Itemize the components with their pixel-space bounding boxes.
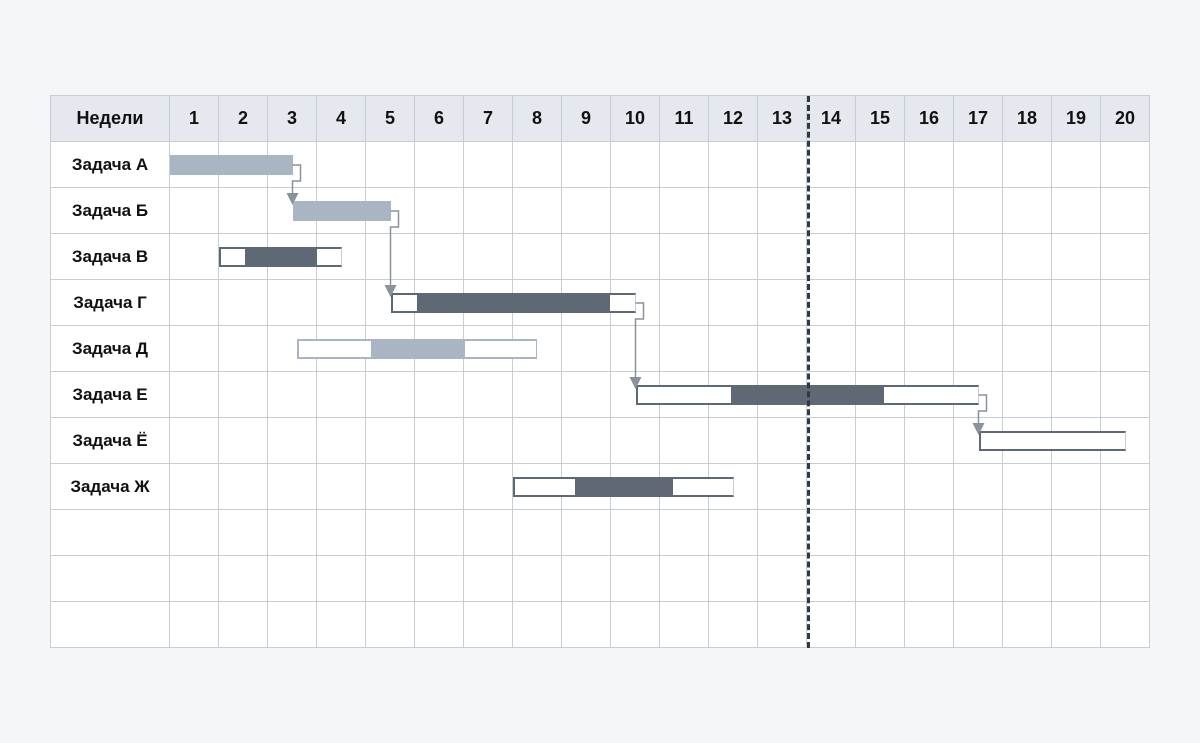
- week-header-1: 1: [170, 96, 219, 141]
- week-header-19: 19: [1052, 96, 1101, 141]
- week-header-5: 5: [366, 96, 415, 141]
- task-label: Задача В: [50, 234, 170, 279]
- task-bar: [170, 155, 293, 175]
- task-label: Задача Б: [50, 188, 170, 233]
- task-bar: [979, 431, 1126, 451]
- week-header-2: 2: [219, 96, 268, 141]
- task-label: Задача Ж: [50, 464, 170, 509]
- week-header-15: 15: [856, 96, 905, 141]
- task-row-0: Задача А: [50, 142, 1150, 188]
- task-bar: [636, 385, 979, 405]
- week-header-14: 14: [807, 96, 856, 141]
- gantt-header-row: Недели 1234567891011121314151617181920: [50, 96, 1150, 142]
- task-label: Задача А: [50, 142, 170, 187]
- week-header-20: 20: [1101, 96, 1150, 141]
- task-progress: [731, 387, 884, 403]
- task-row-4: Задача Д: [50, 326, 1150, 372]
- week-header-6: 6: [415, 96, 464, 141]
- task-bar: [513, 477, 734, 497]
- task-bar: [293, 201, 391, 221]
- task-bar: [219, 247, 342, 267]
- week-header-7: 7: [464, 96, 513, 141]
- task-progress: [575, 479, 673, 495]
- week-header-16: 16: [905, 96, 954, 141]
- task-row-3: Задача Г: [50, 280, 1150, 326]
- task-progress: [371, 341, 466, 357]
- task-label: Задача Г: [50, 280, 170, 325]
- task-row-6: Задача Ё: [50, 418, 1150, 464]
- task-label: Задача Ё: [50, 418, 170, 463]
- task-bar: [297, 339, 537, 359]
- header-label-cell: Недели: [50, 96, 170, 141]
- task-label: Задача Е: [50, 372, 170, 417]
- task-row-7: Задача Ж: [50, 464, 1150, 510]
- task-progress: [417, 295, 611, 311]
- task-row-1: Задача Б: [50, 188, 1150, 234]
- task-label: Задача Д: [50, 326, 170, 371]
- task-progress: [245, 249, 317, 265]
- task-progress: [295, 203, 390, 219]
- week-header-18: 18: [1003, 96, 1052, 141]
- week-header-11: 11: [660, 96, 709, 141]
- week-header-3: 3: [268, 96, 317, 141]
- week-header-13: 13: [758, 96, 807, 141]
- week-header-17: 17: [954, 96, 1003, 141]
- task-row-2: Задача В: [50, 234, 1150, 280]
- week-header-10: 10: [611, 96, 660, 141]
- task-row-5: Задача Е: [50, 372, 1150, 418]
- week-header-9: 9: [562, 96, 611, 141]
- gantt-chart: Недели 1234567891011121314151617181920 З…: [50, 95, 1150, 648]
- week-header-4: 4: [317, 96, 366, 141]
- week-header-12: 12: [709, 96, 758, 141]
- task-bar: [391, 293, 636, 313]
- task-progress: [172, 157, 292, 173]
- week-header-8: 8: [513, 96, 562, 141]
